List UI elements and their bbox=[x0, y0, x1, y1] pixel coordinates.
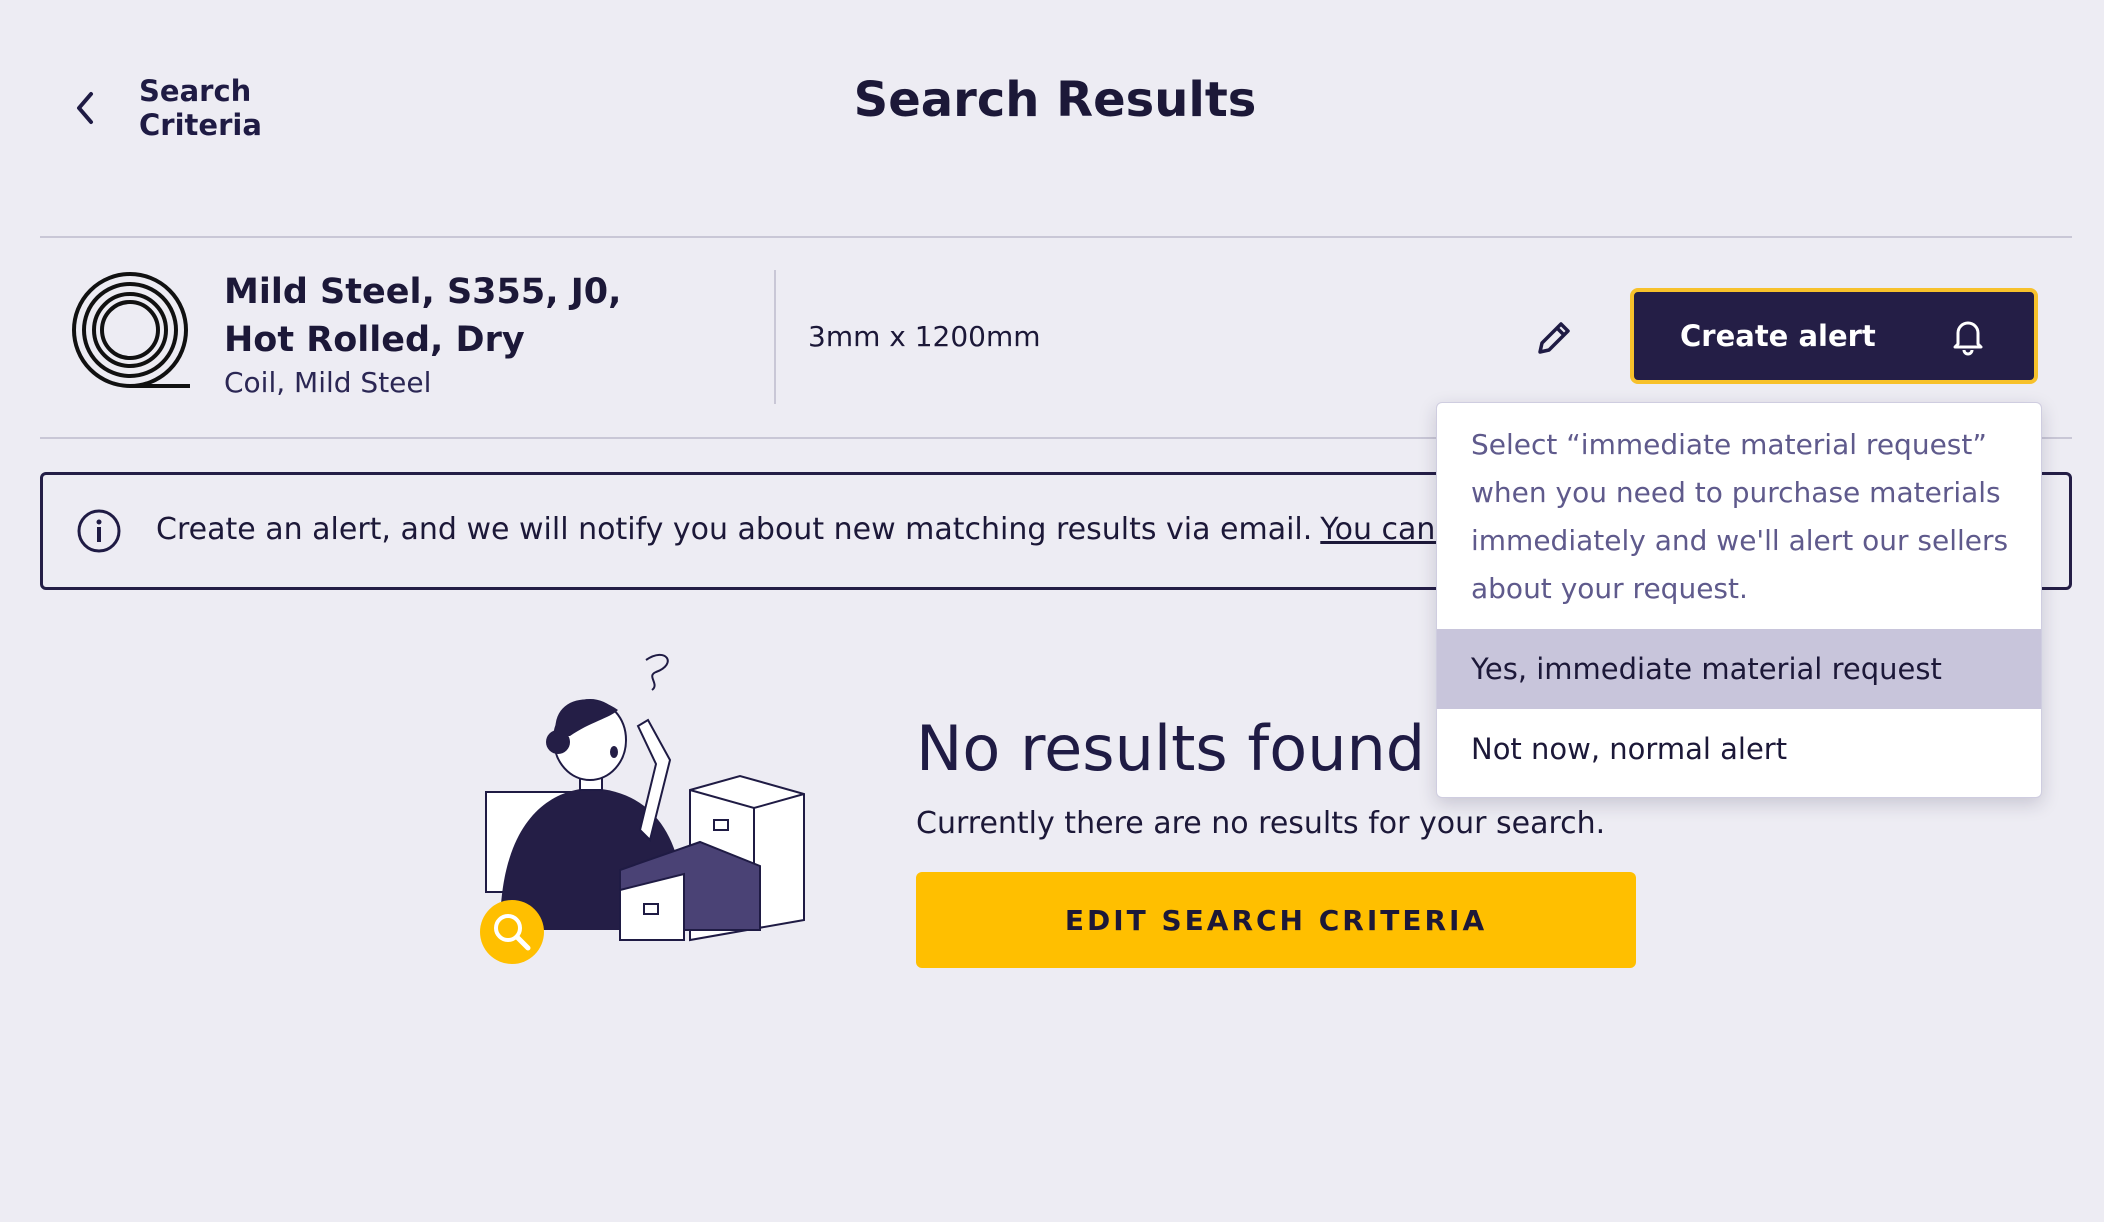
info-icon bbox=[76, 508, 122, 554]
top-divider bbox=[40, 236, 2072, 238]
vertical-divider bbox=[774, 270, 776, 404]
option-normal-alert[interactable]: Not now, normal alert bbox=[1437, 709, 2041, 789]
empty-state-text: Currently there are no results for your … bbox=[916, 806, 1606, 841]
page-title: Search Results bbox=[853, 72, 1257, 128]
confused-person-illustration bbox=[470, 640, 830, 970]
product-category: Coil, Mild Steel bbox=[224, 366, 432, 399]
bell-icon bbox=[1948, 316, 1988, 356]
create-alert-label: Create alert bbox=[1680, 319, 1876, 353]
banner-message: Create an alert, and we will notify you … bbox=[156, 512, 1313, 547]
coil-icon bbox=[72, 272, 192, 392]
empty-state-title: No results found bbox=[916, 712, 1426, 785]
dropdown-description: Select “immediate material request” when… bbox=[1471, 428, 2009, 605]
create-alert-button[interactable]: Create alert bbox=[1630, 288, 2038, 384]
pencil-icon[interactable] bbox=[1532, 316, 1576, 360]
banner-text: Create an alert, and we will notify you … bbox=[156, 512, 1567, 547]
option-immediate-request[interactable]: Yes, immediate material request bbox=[1437, 629, 2041, 709]
edit-search-criteria-button[interactable]: EDIT SEARCH CRITERIA bbox=[916, 872, 1636, 968]
product-name: Mild Steel, S355, J0, Hot Rolled, Dry bbox=[224, 272, 622, 360]
alert-type-dropdown: Select “immediate material request” when… bbox=[1436, 402, 2042, 798]
product-dimensions: 3mm x 1200mm bbox=[808, 320, 1041, 353]
